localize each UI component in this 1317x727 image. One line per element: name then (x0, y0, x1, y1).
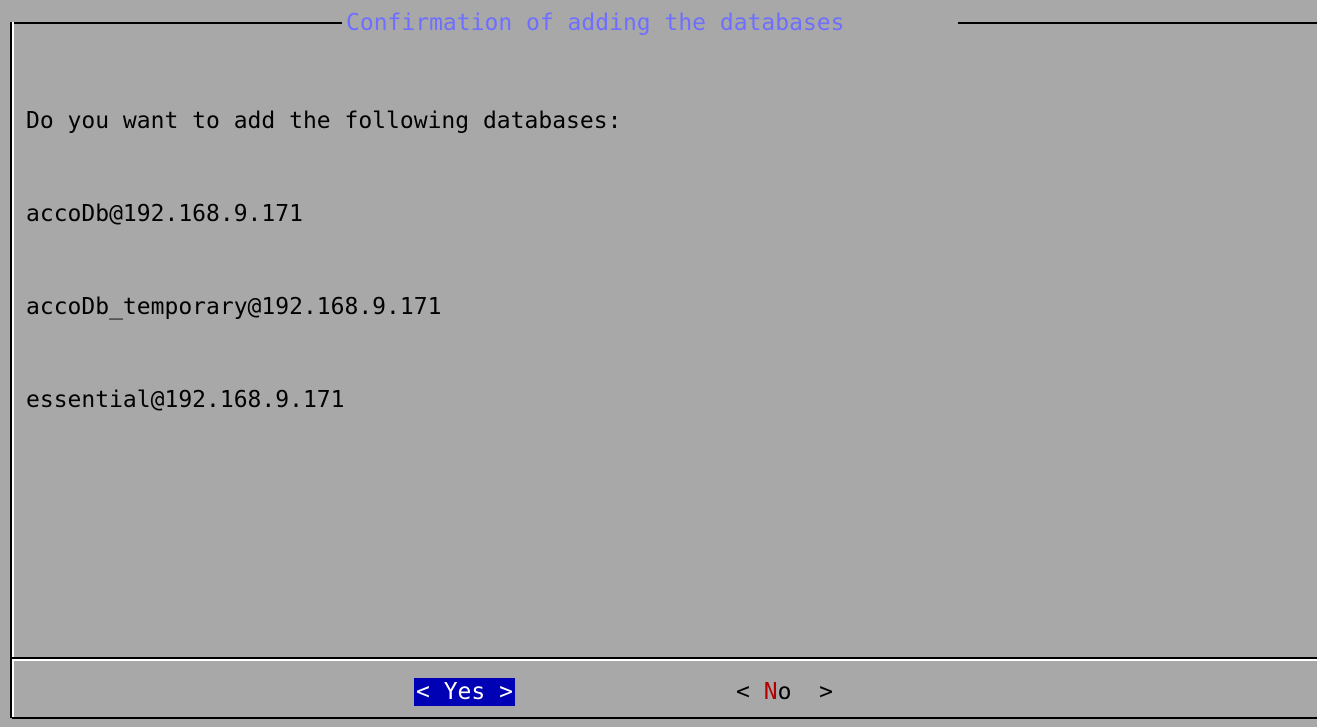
no-button-open-bracket: < (736, 679, 764, 705)
no-button-hotkey: N (763, 679, 778, 705)
database-item: essential@192.168.9.171 (26, 387, 345, 413)
button-area-separator (12, 659, 1317, 661)
button-row: < Yes > < No > (0, 678, 1317, 706)
yes-button[interactable]: < Yes > (414, 678, 515, 706)
no-button-close-bracket: > (791, 679, 833, 705)
dialog-title: Confirmation of adding the databases (344, 10, 847, 36)
database-item: accoDb@192.168.9.171 (26, 201, 303, 227)
confirmation-dialog: Confirmation of adding the databases Do … (0, 0, 1317, 727)
frame-top-border-left (12, 22, 342, 24)
dialog-message: Do you want to add the following databas… (26, 44, 621, 478)
message-question: Do you want to add the following databas… (26, 108, 622, 134)
yes-button-close-bracket: > (485, 679, 513, 705)
yes-button-label: Yes (443, 679, 486, 705)
frame-top-border-right (958, 22, 1317, 24)
frame-left-border (12, 22, 14, 718)
no-button-label-rest: o (777, 679, 792, 705)
no-button[interactable]: < No > (736, 678, 833, 706)
frame-bottom-border (12, 717, 1317, 719)
database-item: accoDb_temporary@192.168.9.171 (26, 294, 442, 320)
yes-button-open-bracket: < (416, 679, 444, 705)
